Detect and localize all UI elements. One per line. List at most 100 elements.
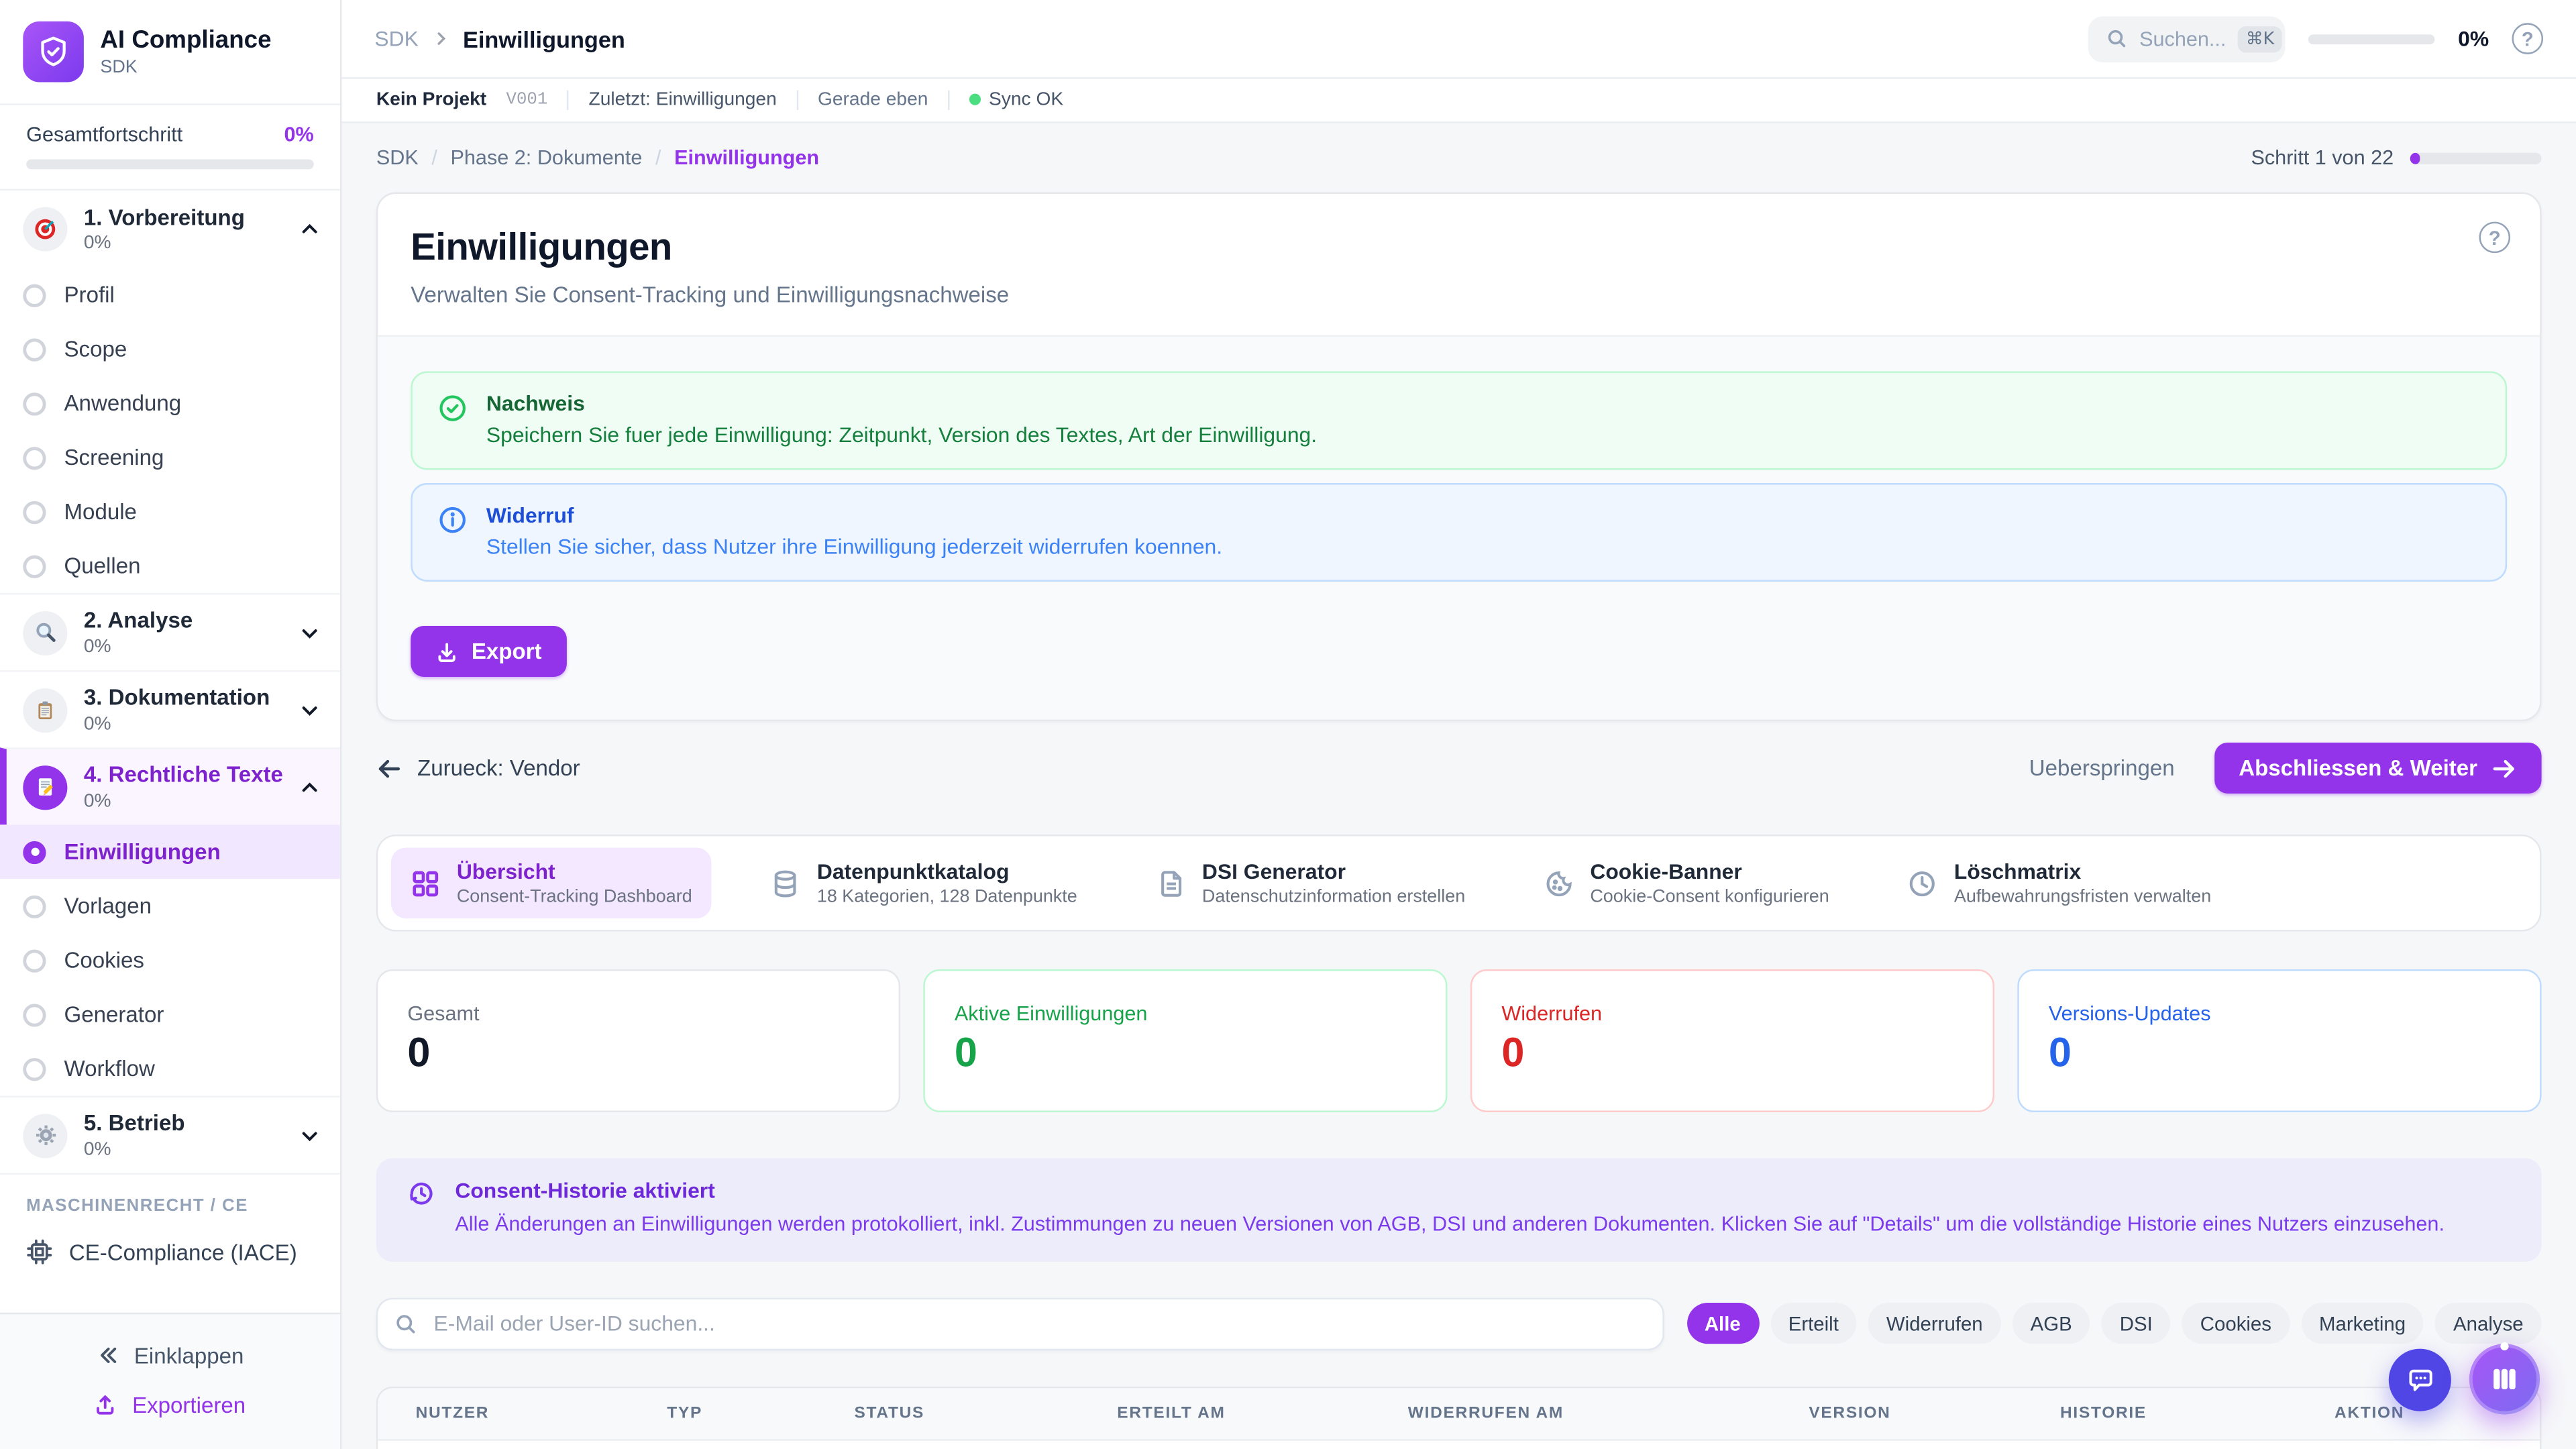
tab-loeschmatrix[interactable]: Löschmatrix Aufbewahrungsfristen verwalt…: [1888, 848, 2231, 918]
overall-progress-label: Gesamtfortschritt: [26, 123, 182, 146]
overall-progress: Gesamtfortschritt 0%: [0, 105, 340, 191]
sidebar-section-dokumentation[interactable]: 3. Dokumentation 0%: [0, 670, 340, 747]
sidebar-section-vorbereitung[interactable]: 1. Vorbereitung 0%: [0, 191, 340, 268]
radio-selected-icon: [23, 841, 46, 863]
sidebar-footer: Einklappen Exportieren: [0, 1313, 340, 1449]
page-title: Einwilligungen: [411, 225, 2507, 270]
sidebar-item-ce-compliance[interactable]: CE-Compliance (IACE): [0, 1226, 340, 1285]
search-icon: [2106, 28, 2128, 50]
consent-history-banner: Consent-Historie aktiviert Alle Änderung…: [376, 1159, 2542, 1262]
subnav-tabs: Übersicht Consent-Tracking Dashboard Dat…: [376, 835, 2542, 931]
sidebar-item-cookies[interactable]: Cookies: [0, 933, 340, 987]
clipboard-icon: [23, 688, 67, 732]
double-chevron-left-icon: [96, 1344, 119, 1366]
breadcrumb-phase[interactable]: Phase 2: Dokumente: [450, 146, 642, 169]
table-header: NUTZER TYP STATUS ERTEILT AM WIDERRUFEN …: [378, 1388, 2540, 1440]
chat-fab-button[interactable]: [2389, 1349, 2451, 1411]
sidebar-section-rechtliche-texte[interactable]: 4. Rechtliche Texte 0%: [0, 747, 340, 824]
finish-next-button[interactable]: Abschliessen & Weiter: [2214, 743, 2541, 794]
sidebar-item-module[interactable]: Module: [0, 484, 340, 539]
tab-datenpunktkatalog[interactable]: Datenpunktkatalog 18 Kategorien, 128 Dat…: [751, 848, 1097, 918]
sidebar-item-generator[interactable]: Generator: [0, 987, 340, 1042]
info-circle-icon: [439, 506, 467, 558]
col-typ: TYP: [667, 1405, 854, 1423]
radio-empty-icon: [23, 392, 46, 415]
sidebar-item-profil[interactable]: Profil: [0, 268, 340, 322]
user-search: [376, 1297, 1664, 1350]
stat-aktive-einwilligungen: Aktive Einwilligungen 0: [923, 969, 1447, 1112]
sidebar-section-analyse[interactable]: 2. Analyse 0%: [0, 593, 340, 670]
sidebar-section-betrieb[interactable]: 5. Betrieb 0%: [0, 1095, 340, 1173]
user-search-input[interactable]: [376, 1297, 1664, 1350]
chip-widerrufen[interactable]: Widerrufen: [1868, 1303, 2001, 1344]
global-search[interactable]: Suchen... ⌘K: [2088, 15, 2286, 62]
overall-progress-bar: [26, 160, 314, 170]
back-button[interactable]: Zurueck: Vendor: [376, 755, 580, 781]
breadcrumb-sdk[interactable]: SDK: [376, 146, 419, 169]
export-sidebar-button[interactable]: Exportieren: [0, 1380, 340, 1429]
chevron-down-icon: [299, 699, 321, 720]
document-icon: [1156, 868, 1185, 898]
col-status: STATUS: [854, 1405, 1117, 1423]
check-circle-icon: [439, 394, 467, 447]
app-root: AI Compliance SDK Gesamtfortschritt 0% 1…: [0, 0, 2576, 1449]
chip-analyse[interactable]: Analyse: [2435, 1303, 2541, 1344]
sync-status: Sync OK: [969, 91, 1064, 110]
alert-title: Nachweis: [486, 391, 1317, 416]
breadcrumb-current: Einwilligungen: [674, 146, 819, 169]
alert-nachweis: Nachweis Speichern Sie fuer jede Einwill…: [411, 371, 2507, 470]
chat-bubble-icon: [2404, 1364, 2436, 1396]
grid-icon: [411, 868, 440, 898]
skip-button[interactable]: Ueberspringen: [2029, 756, 2175, 781]
project-version: V001: [506, 91, 548, 110]
sidebar-item-anwendung[interactable]: Anwendung: [0, 376, 340, 431]
app-logo: AI Compliance SDK: [0, 0, 340, 105]
sidebar-item-scope[interactable]: Scope: [0, 322, 340, 376]
chip-cookies[interactable]: Cookies: [2182, 1303, 2290, 1344]
chip-erteilt[interactable]: Erteilt: [1770, 1303, 1857, 1344]
chip-dsi[interactable]: DSI: [2102, 1303, 2171, 1344]
sidebar-item-vorlagen[interactable]: Vorlagen: [0, 879, 340, 933]
chevron-down-icon: [299, 622, 321, 643]
card-help-icon[interactable]: ?: [2479, 222, 2511, 254]
columns-fab-button[interactable]: [2469, 1344, 2540, 1414]
radio-empty-icon: [23, 949, 46, 971]
chip-marketing[interactable]: Marketing: [2301, 1303, 2424, 1344]
alert-text: Speichern Sie fuer jede Einwilligung: Ze…: [486, 422, 1317, 447]
col-nutzer: NUTZER: [416, 1405, 667, 1423]
collapse-sidebar-button[interactable]: Einklappen: [0, 1331, 340, 1380]
alert-title: Widerruf: [486, 502, 1222, 527]
sidebar-nav: 1. Vorbereitung 0% Profil Scope Anwendun…: [0, 191, 340, 1313]
sidebar-item-einwilligungen[interactable]: Einwilligungen: [0, 824, 340, 879]
stat-gesamt: Gesamt 0: [376, 969, 900, 1112]
radio-empty-icon: [23, 283, 46, 306]
breadcrumb-root[interactable]: SDK: [374, 26, 418, 51]
sidebar-item-quellen[interactable]: Quellen: [0, 539, 340, 593]
stats-row: Gesamt 0 Aktive Einwilligungen 0 Widerru…: [376, 969, 2542, 1112]
tab-cookie-banner[interactable]: Cookie-Banner Cookie-Consent konfigurier…: [1524, 848, 1849, 918]
stat-versions-updates: Versions-Updates 0: [2017, 969, 2541, 1112]
shield-check-icon: [23, 21, 84, 83]
topbar-progress-value: 0%: [2458, 26, 2489, 51]
sidebar-item-screening[interactable]: Screening: [0, 431, 340, 485]
topbar: SDK Einwilligungen Suchen... ⌘K 0% ?: [341, 0, 2576, 79]
sidebar: AI Compliance SDK Gesamtfortschritt 0% 1…: [0, 0, 341, 1449]
history-banner-title: Consent-Historie aktiviert: [455, 1178, 2445, 1203]
col-erteilt-am: ERTEILT AM: [1117, 1405, 1407, 1423]
target-icon: [23, 207, 67, 252]
chip-agb[interactable]: AGB: [2012, 1303, 2090, 1344]
content-area: SDK / Phase 2: Dokumente / Einwilligunge…: [341, 123, 2576, 1449]
tab-dsi-generator[interactable]: DSI Generator Datenschutzinformation ers…: [1136, 848, 1485, 918]
sidebar-item-workflow[interactable]: Workflow: [0, 1042, 340, 1096]
topbar-breadcrumb: SDK Einwilligungen: [374, 25, 625, 52]
main-area: SDK Einwilligungen Suchen... ⌘K 0% ? Kei…: [341, 0, 2576, 1449]
shortcut-badge: ⌘K: [2238, 25, 2283, 52]
global-search-placeholder: Suchen...: [2139, 27, 2226, 50]
export-button[interactable]: Export: [411, 626, 566, 677]
chip-alle[interactable]: Alle: [1686, 1303, 1759, 1344]
help-icon[interactable]: ?: [2512, 23, 2543, 54]
chevron-right-icon: [431, 30, 449, 48]
tab-uebersicht[interactable]: Übersicht Consent-Tracking Dashboard: [391, 848, 712, 918]
radio-empty-icon: [23, 1003, 46, 1026]
chevron-up-icon: [299, 776, 321, 798]
